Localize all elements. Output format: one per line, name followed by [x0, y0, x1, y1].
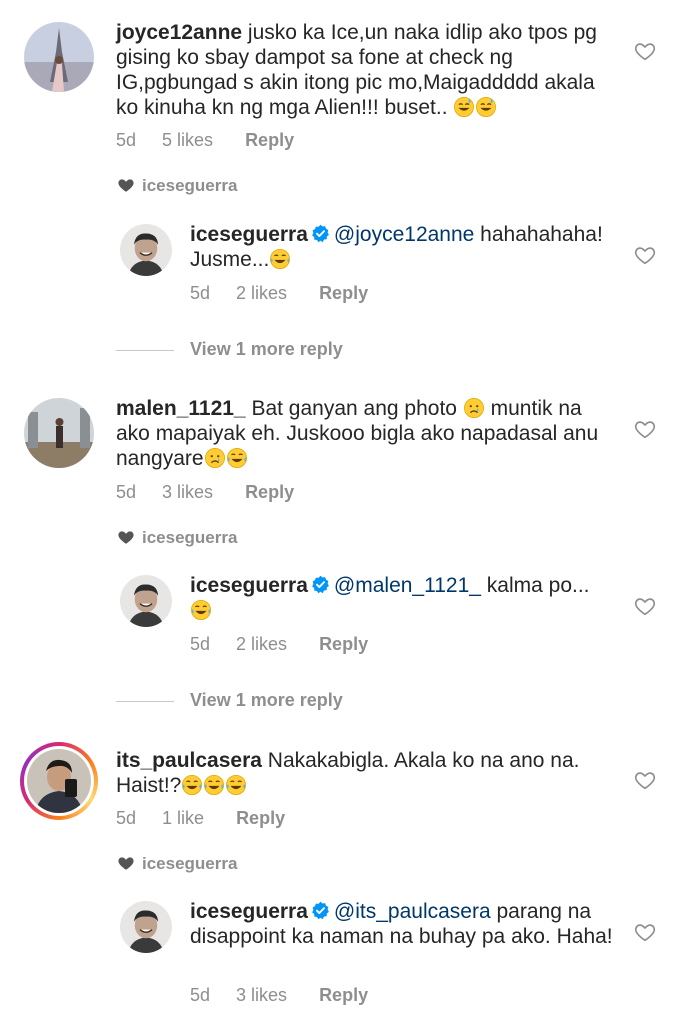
comment-username[interactable]: joyce12anne — [116, 21, 242, 44]
reply-text: iceseguerra @joyce12anne hahahahaha! Jusm… — [190, 223, 603, 271]
avatar[interactable] — [24, 22, 94, 92]
reply-meta: 5d 2 likes Reply — [190, 634, 369, 654]
likes-count[interactable]: 5 likes — [162, 130, 213, 151]
comment-text: malen_1121_ Bat ganyan ang photo muntik … — [116, 397, 599, 470]
tears-of-joy-emoji — [269, 248, 291, 270]
tears-of-joy-emoji — [226, 447, 248, 469]
mention-link[interactable]: @its_paulcasera — [334, 900, 491, 923]
liked-by-author: iceseguerra — [116, 176, 237, 196]
timestamp: 5d — [116, 130, 137, 150]
avatar[interactable] — [120, 224, 172, 276]
comment-username[interactable]: malen_1121_ — [116, 397, 246, 420]
view-more-replies[interactable]: View 1 more reply — [116, 690, 343, 711]
comment-text: joyce12anne jusko ka Ice,un naka idlip a… — [116, 21, 597, 119]
verified-badge-icon — [311, 901, 330, 920]
tears-of-joy-emoji — [225, 774, 247, 796]
liked-by-author: iceseguerra — [116, 854, 237, 874]
heart-icon — [116, 176, 136, 194]
heart-icon — [116, 854, 136, 872]
like-heart-icon[interactable] — [634, 921, 656, 943]
reply-text: iceseguerra @its_paulcasera parang na dis… — [190, 900, 613, 948]
grinning-sweat-emoji — [453, 96, 475, 118]
reply-meta: 5d 2 likes Reply — [190, 283, 369, 303]
avatar[interactable] — [120, 575, 172, 627]
verified-badge-icon — [311, 224, 330, 243]
comment-meta: 5d 3 likes Reply — [116, 482, 295, 502]
avatar[interactable] — [120, 901, 172, 953]
like-heart-icon[interactable] — [634, 595, 656, 617]
comment-text: its_paulcasera Nakakabigla. Akala ko na … — [116, 749, 580, 797]
verified-badge-icon — [311, 575, 330, 594]
eiffel-tower-photo — [24, 22, 94, 92]
mention-link[interactable]: @joyce12anne — [334, 223, 474, 246]
grinning-sweat-emoji — [475, 96, 497, 118]
like-heart-icon[interactable] — [634, 40, 656, 62]
comment-meta: 5d 5 likes Reply — [116, 130, 294, 151]
reply-username[interactable]: iceseguerra — [190, 223, 308, 246]
reply-text: iceseguerra @malen_1121_ kalma po... — [190, 573, 620, 623]
tears-of-joy-emoji — [181, 774, 203, 796]
like-heart-icon[interactable] — [634, 418, 656, 440]
reply-button[interactable]: Reply — [245, 130, 294, 151]
like-heart-icon[interactable] — [634, 244, 656, 266]
comment-meta: 5d 1 like Reply — [116, 808, 286, 828]
heart-icon — [116, 528, 136, 546]
view-more-replies[interactable]: View 1 more reply — [116, 339, 343, 360]
crying-emoji — [204, 447, 226, 469]
avatar-story-ring[interactable] — [20, 742, 98, 820]
reply-meta: 5d 3 likes Reply — [190, 985, 369, 1005]
mention-link[interactable]: @malen_1121_ — [334, 574, 481, 597]
tears-of-joy-emoji — [190, 599, 212, 621]
tears-of-joy-emoji — [203, 774, 225, 796]
like-heart-icon[interactable] — [634, 769, 656, 791]
avatar[interactable] — [24, 398, 94, 468]
crying-emoji — [463, 397, 485, 419]
liked-by-author: iceseguerra — [116, 528, 237, 548]
user-photo — [27, 749, 91, 813]
user-photo — [24, 398, 94, 468]
